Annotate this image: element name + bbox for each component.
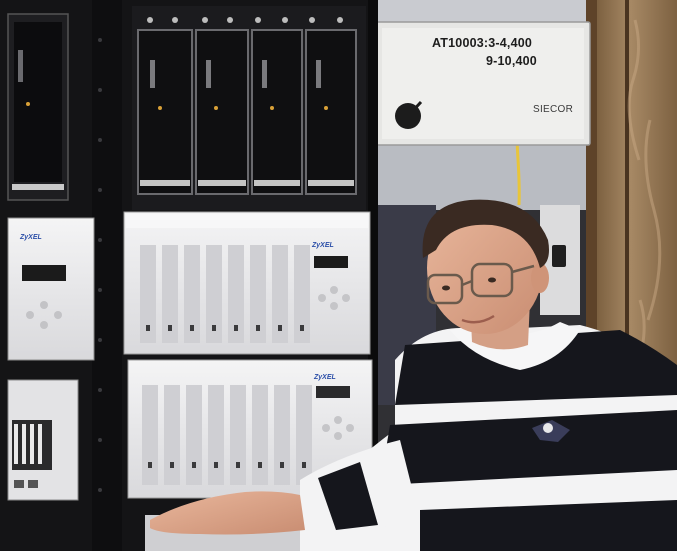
module-bank-top — [132, 6, 366, 210]
photo-illustration — [0, 0, 677, 551]
equipment-brand-upper: ZyXEL — [312, 242, 334, 249]
equipment-brand-lower: ZyXEL — [314, 374, 336, 381]
modem-chassis-upper — [123, 211, 371, 355]
equipment-brand-left: ZyXEL — [20, 234, 42, 241]
photo-scene: AT10003:3-4,400 9-10,400 SIECOR ZyXEL Zy… — [0, 0, 677, 551]
tape-unit — [7, 379, 79, 501]
panel-brand: SIECOR — [533, 104, 574, 115]
panel-label-line1: AT10003:3-4,400 — [432, 36, 533, 50]
power-module-left — [7, 13, 69, 201]
panel-label-line2: 9-10,400 — [486, 54, 537, 68]
